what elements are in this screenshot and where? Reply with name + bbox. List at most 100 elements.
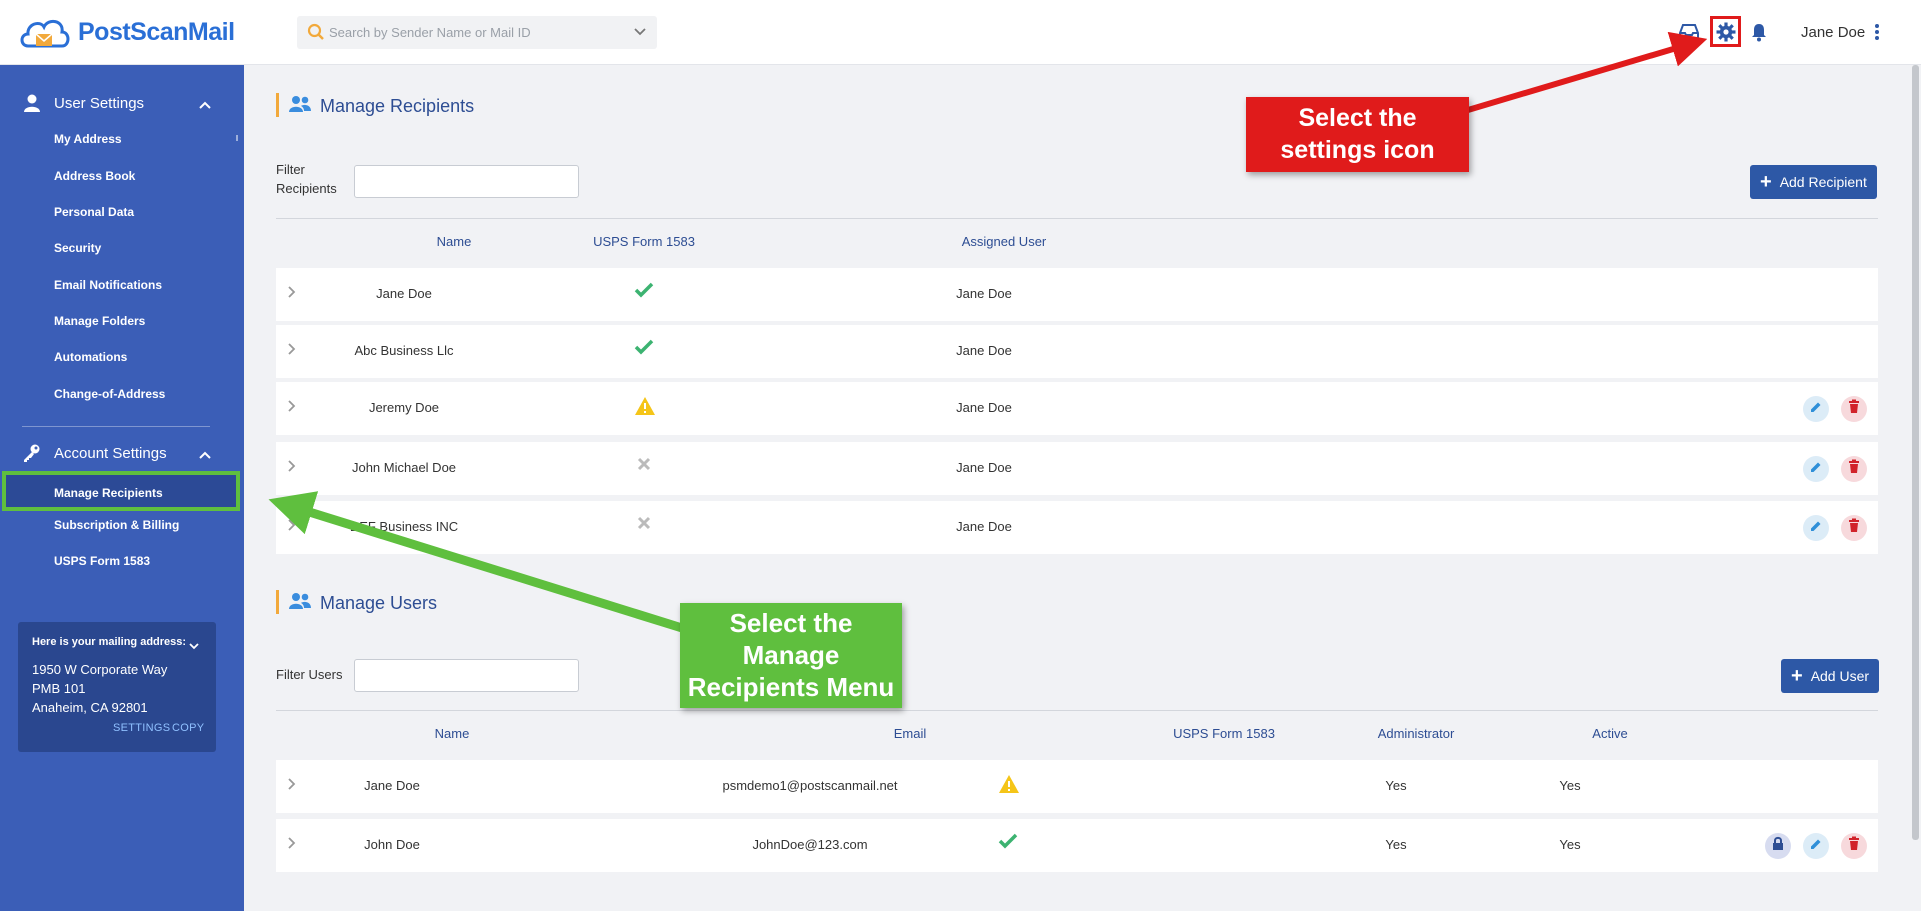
filter-users-label: Filter Users (276, 667, 343, 682)
chevron-up-icon[interactable] (198, 97, 212, 115)
edit-button[interactable] (1803, 515, 1829, 541)
user-name-cell: John Doe (364, 837, 420, 852)
column-header-usps-form[interactable]: USPS Form 1583 (574, 234, 714, 249)
assigned-user: Jane Doe (956, 519, 1012, 534)
address-settings-link[interactable]: SETTINGS (113, 722, 170, 734)
more-options-icon[interactable] (1873, 22, 1881, 47)
table-row[interactable]: Jeremy Doe Jane Doe (276, 382, 1878, 435)
sidebar-item-manage-recipients[interactable]: Manage Recipients (2, 471, 240, 511)
delete-button[interactable] (1841, 515, 1867, 541)
filter-label-line: Recipients (276, 181, 337, 196)
inbox-icon[interactable] (1676, 19, 1702, 45)
edit-button[interactable] (1803, 396, 1829, 422)
chevron-right-icon[interactable] (286, 836, 296, 855)
chevron-right-icon[interactable] (286, 342, 296, 361)
sidebar-item-manage-folders[interactable]: Manage Folders (54, 314, 145, 328)
lock-button[interactable] (1765, 833, 1791, 859)
edit-button[interactable] (1803, 456, 1829, 482)
sidebar-item-subscription-billing[interactable]: Subscription & Billing (54, 518, 179, 532)
sidebar-group-account-settings[interactable]: Account Settings (0, 437, 244, 467)
sidebar-divider (22, 426, 210, 427)
table-row[interactable]: John Michael Doe Jane Doe (276, 442, 1878, 495)
column-header-active[interactable]: Active (1570, 726, 1650, 741)
filter-recipients-input[interactable] (354, 165, 579, 198)
table-row[interactable]: DEF Business INC Jane Doe (276, 501, 1878, 554)
recipient-name: John Michael Doe (351, 460, 457, 475)
chevron-down-icon[interactable] (188, 638, 200, 656)
plus-icon: + (1791, 665, 1803, 687)
column-header-administrator[interactable]: Administrator (1356, 726, 1476, 741)
search-bar[interactable] (297, 16, 657, 49)
recipient-name: Abc Business Llc (354, 343, 454, 358)
sidebar-item-automations[interactable]: Automations (54, 350, 127, 364)
bell-icon[interactable] (1746, 19, 1772, 45)
delete-button[interactable] (1841, 833, 1867, 859)
sidebar-item-personal-data[interactable]: Personal Data (54, 205, 134, 219)
chevron-right-icon[interactable] (286, 399, 296, 418)
chevron-right-icon[interactable] (286, 518, 296, 537)
sidebar: User Settings My Address Address Book Pe… (0, 65, 244, 911)
sidebar-item-usps-form-1583[interactable]: USPS Form 1583 (54, 554, 150, 568)
recipient-name: Jane Doe (376, 286, 432, 301)
edit-icon (1809, 400, 1823, 419)
table-row[interactable]: Abc Business Llc Jane Doe (276, 325, 1878, 378)
section-title-users: Manage Users (276, 590, 438, 615)
table-row[interactable]: John Doe JohnDoe@123.com Yes Yes (276, 819, 1878, 872)
user-name[interactable]: Jane Doe (1801, 24, 1865, 41)
table-row[interactable]: Jane Doe psmdemo1@postscanmail.net Yes Yes (276, 760, 1878, 813)
table-row[interactable]: Jane Doe Jane Doe (276, 268, 1878, 321)
column-header-usps-form[interactable]: USPS Form 1583 (1154, 726, 1294, 741)
user-email: JohnDoe@123.com (752, 837, 868, 852)
sidebar-scroll-indicator[interactable] (236, 135, 238, 141)
edit-icon (1809, 837, 1823, 856)
column-header-name[interactable]: Name (392, 726, 512, 741)
table-divider (276, 218, 1878, 219)
delete-button[interactable] (1841, 456, 1867, 482)
settings-gear-icon[interactable] (1710, 16, 1741, 47)
key-icon (22, 443, 42, 468)
title-accent-bar (276, 93, 279, 117)
column-header-name[interactable]: Name (404, 234, 504, 249)
chevron-right-icon[interactable] (286, 459, 296, 478)
column-header-assigned-user[interactable]: Assigned User (944, 234, 1064, 249)
section-title-text: Manage Users (320, 593, 438, 613)
chevron-down-icon[interactable] (633, 25, 647, 44)
assigned-user: Jane Doe (956, 460, 1012, 475)
sidebar-item-address-book[interactable]: Address Book (54, 169, 135, 183)
filter-recipients-label: Filter Recipients (276, 160, 337, 198)
add-user-button[interactable]: + Add User (1781, 659, 1880, 693)
column-header-email[interactable]: Email (860, 726, 960, 741)
logo[interactable]: PostScanMail (18, 12, 235, 52)
section-title-text: Manage Recipients (320, 96, 475, 116)
user-name-cell: Jane Doe (364, 778, 420, 793)
edit-icon (1809, 519, 1823, 538)
add-recipient-button[interactable]: + Add Recipient (1750, 165, 1877, 199)
address-copy-link[interactable]: COPY (172, 722, 204, 734)
callout-line: Manage (742, 640, 840, 670)
filter-users-input[interactable] (354, 659, 579, 692)
sidebar-item-security[interactable]: Security (54, 241, 101, 255)
address-line: Anaheim, CA 92801 (32, 700, 148, 715)
assigned-user: Jane Doe (956, 400, 1012, 415)
sidebar-group-label: User Settings (54, 95, 145, 112)
sidebar-group-user-settings[interactable]: User Settings (0, 87, 244, 117)
page-scrollbar[interactable] (1912, 65, 1919, 840)
edit-icon (1809, 460, 1823, 479)
cross-icon (636, 515, 652, 536)
callout-line: Select the (1298, 104, 1417, 132)
section-title-recipients: Manage Recipients (276, 93, 475, 118)
sidebar-item-email-notifications[interactable]: Email Notifications (54, 278, 162, 292)
assigned-user: Jane Doe (956, 286, 1012, 301)
sidebar-item-change-of-address[interactable]: Change-of-Address (54, 387, 165, 401)
user-administrator: Yes (1385, 778, 1407, 793)
chevron-right-icon[interactable] (286, 777, 296, 796)
delete-button[interactable] (1841, 396, 1867, 422)
chevron-up-icon[interactable] (198, 447, 212, 465)
check-icon (634, 339, 654, 360)
sidebar-item-my-address[interactable]: My Address (54, 132, 122, 146)
edit-button[interactable] (1803, 833, 1829, 859)
callout-line: Select the (729, 608, 853, 638)
search-input[interactable] (329, 25, 629, 40)
lock-icon (1771, 836, 1785, 856)
chevron-right-icon[interactable] (286, 285, 296, 304)
